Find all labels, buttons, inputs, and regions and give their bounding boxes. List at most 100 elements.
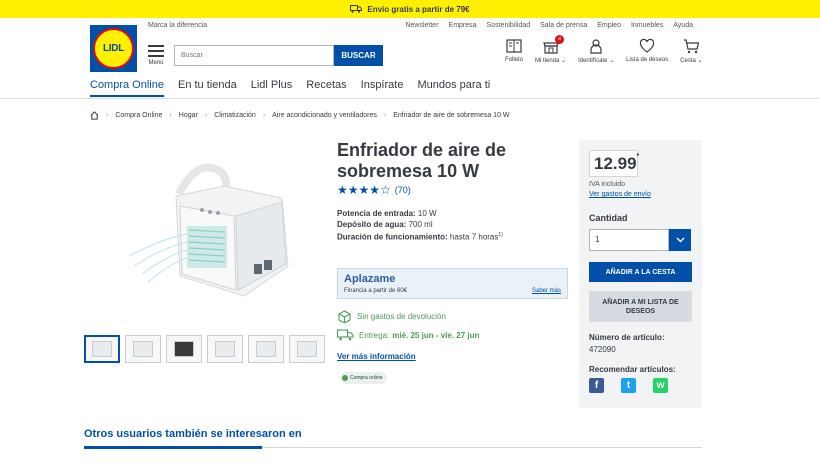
home-icon[interactable] (90, 111, 99, 120)
nav-en-tu-tienda[interactable]: En tu tienda (178, 79, 237, 97)
store-badge-icon: × (555, 35, 565, 44)
menu-label: Menú (148, 60, 164, 66)
iva-text: IVA incluido (589, 181, 626, 188)
logo-text: LIDL (102, 43, 125, 54)
identificate-link[interactable]: Identifícate ⌄ (578, 38, 614, 64)
toplink-newsletter[interactable]: Newsletter (405, 22, 438, 29)
delivery-perk: Entrega: mié. 25 jun - vie. 27 jun (337, 329, 479, 341)
mi-tienda-link[interactable]: × Mi tienda ⌄ (535, 35, 566, 64)
nav-mundos[interactable]: Mundos para ti (417, 79, 490, 97)
thumbnail[interactable] (248, 335, 284, 363)
spec-row: Duración de funcionamiento: hasta 7 hora… (337, 232, 503, 242)
chevron-right-icon: › (169, 112, 172, 119)
toplink-ayuda[interactable]: Ayuda (673, 22, 693, 29)
cesta-link[interactable]: Cesta ⌄ (680, 38, 703, 64)
leaflet-icon (506, 39, 522, 53)
chevron-down-icon: ⌄ (697, 58, 703, 64)
mi-tienda-label: Mi tienda (535, 58, 560, 64)
nav-recetas[interactable]: Recetas (306, 79, 346, 97)
breadcrumb: › Compra Online › Hogar › Climatización … (90, 111, 510, 120)
breadcrumb-hogar[interactable]: Hogar (179, 112, 198, 119)
buy-box: 12.99* IVA incluido Ver gastos de envío … (579, 140, 702, 408)
promo-banner: Envío gratis a partir de 79€ (0, 0, 820, 18)
toplink-sostenibilidad[interactable]: Sostenibilidad (487, 22, 531, 29)
thumbnail[interactable] (166, 335, 202, 363)
returns-text: Sin gastos de devolución (357, 311, 446, 321)
search-button[interactable]: BUSCAR (334, 45, 383, 66)
toplink-empleo[interactable]: Empleo (597, 22, 621, 29)
breadcrumb-compra-online[interactable]: Compra Online (115, 112, 162, 119)
quantity-select[interactable]: 1 (589, 229, 669, 251)
add-to-wishlist-button[interactable]: AÑADIR A MI LISTA DE DESEOS (589, 291, 692, 322)
online-badge: Compra online (340, 372, 387, 384)
folleto-label: Folleto (505, 57, 524, 63)
star-rating-icon: ★★★★☆ (337, 183, 391, 197)
facebook-icon[interactable]: f (589, 378, 604, 393)
quantity-dropdown-button[interactable] (669, 229, 691, 251)
identificate-label: Identifícate (578, 58, 608, 64)
chevron-right-icon: › (106, 112, 109, 119)
thumbnail[interactable] (84, 335, 120, 363)
twitter-icon[interactable]: t (621, 378, 636, 393)
chevron-right-icon: › (383, 112, 387, 119)
spec-row: Depósito de agua: 700 ml (337, 220, 433, 229)
section-title-underline (84, 446, 262, 449)
header-icons: Folleto × Mi tienda ⌄ Identifícate ⌄ Lis… (505, 35, 703, 64)
whatsapp-icon[interactable]: w (653, 378, 668, 393)
more-info-link[interactable]: Ver más información (337, 352, 416, 361)
others-section-title: Otros usuarios también se interesaron en (84, 428, 302, 440)
chevron-right-icon: › (262, 112, 266, 119)
cart-icon (684, 39, 700, 54)
product-main-image[interactable] (84, 146, 330, 329)
check-icon (342, 375, 348, 381)
product-rating[interactable]: ★★★★☆ (70) (337, 183, 411, 197)
nav-lidl-plus[interactable]: Lidl Plus (251, 79, 293, 97)
thumbnail[interactable] (207, 335, 243, 363)
aplazame-logo: Aplazame (344, 273, 396, 285)
lidl-logo[interactable]: LIDL (90, 25, 137, 72)
promo-text: Envío gratis a partir de 79€ (367, 4, 470, 14)
chevron-right-icon: › (204, 112, 208, 119)
recommend-label: Recomendar artículos: (589, 365, 676, 374)
user-icon (590, 39, 602, 54)
rating-count[interactable]: (70) (395, 185, 411, 195)
top-links: Newsletter Empresa Sostenibilidad Sala d… (405, 22, 693, 29)
nav-divider (0, 98, 820, 99)
main-nav: Compra Online En tu tienda Lidl Plus Rec… (90, 79, 490, 97)
return-box-icon (338, 310, 351, 323)
delivery-dates: mié. 25 jun - vie. 27 jun (392, 330, 480, 340)
chevron-down-icon (676, 237, 684, 243)
product-title: Enfriador de aire de sobremesa 10 W (337, 140, 507, 181)
lista-deseos-label: Lista de deseos (626, 57, 669, 63)
add-to-cart-button[interactable]: AÑADIR A LA CESTA (589, 262, 692, 282)
heart-icon (640, 38, 655, 53)
price-tag: 12.99* (589, 150, 639, 177)
aplazame-banner[interactable]: Aplazame Financia a partir de 60€ Saber … (337, 268, 568, 299)
product-specs: Potencia de entrada: 10 W Depósito de ag… (337, 208, 503, 243)
quantity-label: Cantidad (589, 213, 628, 223)
thumbnail[interactable] (125, 335, 161, 363)
toplink-inmuebles[interactable]: Inmuebles (631, 22, 663, 29)
delivery-label: Entrega: (359, 330, 390, 340)
nav-inspirate[interactable]: Inspírate (361, 79, 404, 97)
folleto-link[interactable]: Folleto (505, 38, 523, 64)
saber-mas-link[interactable]: Saber más (532, 288, 561, 294)
search-input[interactable] (174, 45, 334, 66)
breadcrumb-aire[interactable]: Aire acondicionado y ventiladores (272, 112, 377, 119)
nav-compra-online[interactable]: Compra Online (90, 79, 164, 97)
price-info: IVA incluido Ver gastos de envío (589, 180, 651, 200)
spec-row: Potencia de entrada: 10 W (337, 209, 437, 218)
thumbnail[interactable] (289, 335, 325, 363)
breadcrumb-climatizacion[interactable]: Climatización (214, 112, 256, 119)
toplink-empresa[interactable]: Empresa (449, 22, 477, 29)
toplink-sala-prensa[interactable]: Sala de prensa (540, 22, 587, 29)
lista-deseos-link[interactable]: Lista de deseos (626, 38, 668, 64)
tagline: Marca la diferencia (148, 22, 208, 29)
article-number: 472090 (589, 345, 616, 354)
cesta-label: Cesta (680, 58, 696, 64)
menu-button[interactable]: Menú (148, 45, 164, 66)
article-number-label: Número de artículo: (589, 333, 665, 342)
shipping-link[interactable]: Ver gastos de envío (589, 190, 651, 200)
social-share: f t w (589, 378, 668, 393)
hamburger-icon (148, 45, 164, 47)
